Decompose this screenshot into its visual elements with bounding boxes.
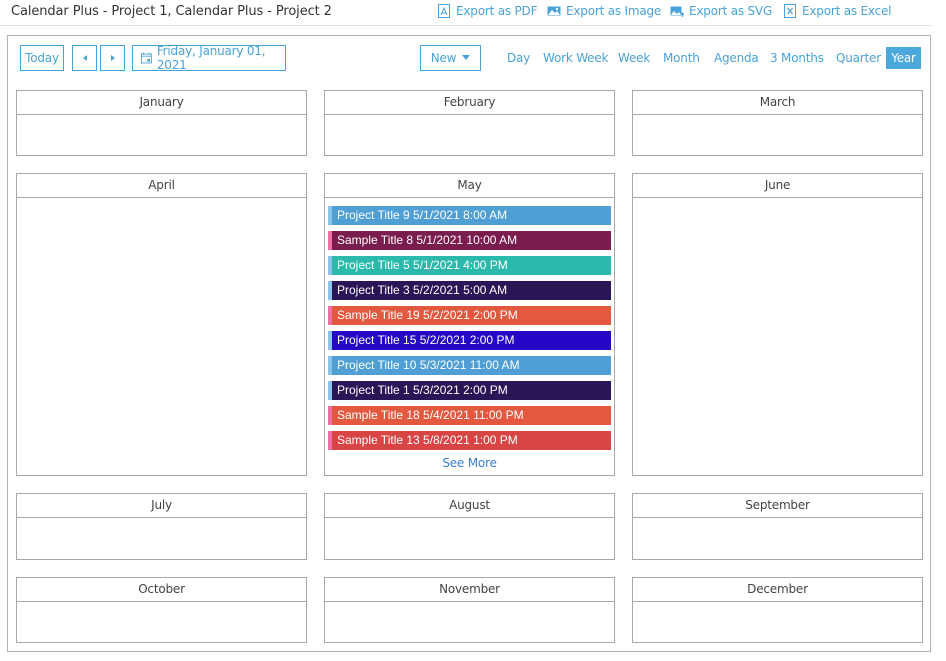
event-label: Sample Title 13 5/8/2021 1:00 PM bbox=[337, 433, 518, 447]
next-button[interactable] bbox=[100, 45, 125, 71]
export-pdf-button[interactable]: Export as PDF bbox=[437, 4, 537, 18]
month-events bbox=[633, 602, 922, 610]
export-pdf-label: Export as PDF bbox=[456, 4, 538, 18]
svg-image-icon bbox=[670, 4, 684, 18]
event-accent bbox=[328, 256, 332, 275]
month-events: Project Title 9 5/1/2021 8:00 AM Sample T… bbox=[325, 198, 614, 470]
month-events bbox=[325, 518, 614, 526]
calendar-icon bbox=[141, 52, 152, 64]
event-label: Project Title 5 5/1/2021 4:00 PM bbox=[337, 258, 508, 272]
month-header[interactable]: May bbox=[325, 174, 614, 198]
month-events bbox=[633, 198, 922, 206]
month-card-september[interactable]: September bbox=[632, 493, 923, 560]
export-image-button[interactable]: Export as Image bbox=[547, 4, 661, 18]
month-header[interactable]: August bbox=[325, 494, 614, 518]
event-item[interactable]: Project Title 9 5/1/2021 8:00 AM bbox=[328, 206, 611, 225]
tab-month[interactable]: Month bbox=[658, 47, 705, 69]
event-item[interactable]: Project Title 5 5/1/2021 4:00 PM bbox=[328, 256, 611, 275]
event-label: Sample Title 19 5/2/2021 2:00 PM bbox=[337, 308, 518, 322]
month-header[interactable]: January bbox=[17, 91, 306, 115]
prev-button[interactable] bbox=[72, 45, 97, 71]
tab-quarter[interactable]: Quarter bbox=[831, 47, 886, 69]
export-svg-button[interactable]: Export as SVG bbox=[670, 4, 772, 18]
month-events bbox=[17, 198, 306, 206]
event-accent bbox=[328, 381, 332, 400]
prev-icon bbox=[82, 55, 87, 61]
month-header[interactable]: October bbox=[17, 578, 306, 602]
export-image-label: Export as Image bbox=[566, 4, 662, 18]
month-card-july[interactable]: July bbox=[16, 493, 307, 560]
month-events bbox=[17, 115, 306, 123]
tab-day[interactable]: Day bbox=[502, 47, 535, 69]
event-item[interactable]: Project Title 1 5/3/2021 2:00 PM bbox=[328, 381, 611, 400]
month-card-june[interactable]: June bbox=[632, 173, 923, 476]
image-icon bbox=[547, 4, 561, 18]
month-events bbox=[325, 602, 614, 610]
pdf-icon bbox=[437, 4, 451, 18]
event-label: Sample Title 18 5/4/2021 11:00 PM bbox=[337, 408, 524, 422]
date-picker-button[interactable]: Friday, January 01, 2021 bbox=[132, 44, 286, 72]
new-label: New bbox=[430, 51, 457, 65]
tab-year[interactable]: Year bbox=[886, 47, 921, 69]
event-item[interactable]: Project Title 10 5/3/2021 11:00 AM bbox=[328, 356, 611, 375]
month-header[interactable]: November bbox=[325, 578, 614, 602]
month-header[interactable]: April bbox=[17, 174, 306, 198]
month-card-april[interactable]: April bbox=[16, 173, 307, 476]
month-card-november[interactable]: November bbox=[324, 577, 615, 643]
event-accent bbox=[328, 206, 332, 225]
tab-week[interactable]: Week bbox=[613, 47, 655, 69]
event-label: Sample Title 8 5/1/2021 10:00 AM bbox=[337, 233, 518, 247]
event-item[interactable]: Project Title 3 5/2/2021 5:00 AM bbox=[328, 281, 611, 300]
month-card-february[interactable]: February bbox=[324, 90, 615, 156]
tab-agenda[interactable]: Agenda bbox=[709, 47, 764, 69]
month-header[interactable]: December bbox=[633, 578, 922, 602]
month-header[interactable]: September bbox=[633, 494, 922, 518]
month-header[interactable]: June bbox=[633, 174, 922, 198]
export-toolbar: Export as PDF Export as Image Export as … bbox=[0, 4, 946, 22]
event-accent bbox=[328, 231, 332, 250]
event-accent bbox=[328, 306, 332, 325]
event-item[interactable]: Sample Title 18 5/4/2021 11:00 PM bbox=[328, 406, 611, 425]
event-accent bbox=[328, 406, 332, 425]
event-label: Project Title 9 5/1/2021 8:00 AM bbox=[337, 208, 508, 222]
month-header[interactable]: March bbox=[633, 91, 922, 115]
event-item[interactable]: Sample Title 8 5/1/2021 10:00 AM bbox=[328, 231, 611, 250]
event-label: Project Title 10 5/3/2021 11:00 AM bbox=[337, 358, 520, 372]
event-accent bbox=[328, 431, 332, 450]
event-item[interactable]: Sample Title 13 5/8/2021 1:00 PM bbox=[328, 431, 611, 450]
next-icon bbox=[110, 55, 115, 61]
event-accent bbox=[328, 281, 332, 300]
export-svg-label: Export as SVG bbox=[689, 4, 773, 18]
caret-down-icon bbox=[462, 55, 471, 60]
month-card-march[interactable]: March bbox=[632, 90, 923, 156]
month-card-december[interactable]: December bbox=[632, 577, 923, 643]
current-date-label: Friday, January 01, 2021 bbox=[156, 44, 266, 72]
month-card-august[interactable]: August bbox=[324, 493, 615, 560]
export-excel-label: Export as Excel bbox=[802, 4, 892, 18]
month-card-may[interactable]: May Project Title 9 5/1/2021 8:00 AM Sampl… bbox=[324, 173, 615, 476]
tab-work-week[interactable]: Work Week bbox=[538, 47, 613, 69]
month-events bbox=[17, 518, 306, 526]
month-header[interactable]: July bbox=[17, 494, 306, 518]
today-button[interactable]: Today bbox=[20, 45, 64, 71]
event-accent bbox=[328, 331, 332, 350]
event-accent bbox=[328, 356, 332, 375]
event-label: Project Title 3 5/2/2021 5:00 AM bbox=[337, 283, 508, 297]
event-label: Project Title 15 5/2/2021 2:00 PM bbox=[337, 333, 515, 347]
new-event-dropdown[interactable]: New bbox=[420, 45, 481, 71]
month-events bbox=[17, 602, 306, 610]
month-card-october[interactable]: October bbox=[16, 577, 307, 643]
month-events bbox=[633, 518, 922, 526]
event-label: Project Title 1 5/3/2021 2:00 PM bbox=[337, 383, 508, 397]
month-header[interactable]: February bbox=[325, 91, 614, 115]
month-card-january[interactable]: January bbox=[16, 90, 307, 156]
month-events bbox=[633, 115, 922, 123]
event-item[interactable]: Sample Title 19 5/2/2021 2:00 PM bbox=[328, 306, 611, 325]
tab-3-months[interactable]: 3 Months bbox=[765, 47, 829, 69]
export-excel-button[interactable]: Export as Excel bbox=[783, 4, 892, 18]
event-item[interactable]: Project Title 15 5/2/2021 2:00 PM bbox=[328, 331, 611, 350]
excel-icon bbox=[783, 4, 797, 18]
see-more-link[interactable]: See More bbox=[325, 456, 614, 470]
month-events bbox=[325, 115, 614, 123]
